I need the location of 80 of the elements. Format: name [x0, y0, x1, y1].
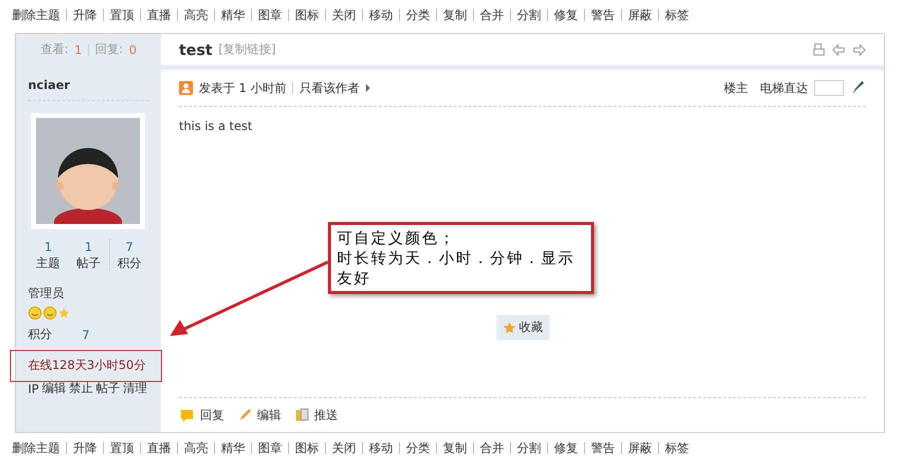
smiley-icon [28, 306, 42, 320]
moderation-link[interactable]: 复制 [436, 9, 473, 21]
moderation-link[interactable]: 升降 [66, 9, 103, 21]
moderation-link[interactable]: 屏蔽 [621, 9, 658, 21]
document-icon [295, 408, 309, 422]
moderation-link[interactable]: 高亮 [177, 9, 214, 21]
admin-link[interactable]: 编辑 [42, 380, 66, 397]
moderation-link[interactable]: 分割 [510, 442, 547, 454]
moderation-link[interactable]: 标签 [658, 9, 695, 21]
favorite-button[interactable]: 收藏 [496, 315, 549, 340]
moderation-link[interactable]: 移动 [362, 9, 399, 21]
stat-value: 7 [124, 239, 134, 255]
only-author-link[interactable]: 只看该作者 [299, 80, 360, 96]
user-icon [179, 81, 193, 95]
moderation-link[interactable]: 高亮 [177, 442, 214, 454]
online-time: 在线128天3小时50分 [28, 357, 146, 374]
moderation-link[interactable]: 精华 [214, 442, 251, 454]
moderation-link[interactable]: 置顶 [103, 9, 140, 21]
speech-bubble-icon [179, 408, 195, 422]
moderation-link[interactable]: 修复 [547, 442, 584, 454]
caret-icon [365, 84, 372, 92]
moderation-link[interactable]: 分类 [399, 9, 436, 21]
floor-input[interactable] [814, 80, 844, 96]
admin-link[interactable]: IP [28, 382, 39, 396]
replies-count: 0 [129, 42, 137, 56]
moderation-link[interactable]: 图章 [251, 9, 288, 21]
replies-label: 回复: [95, 41, 124, 58]
moderation-link[interactable]: 关闭 [325, 442, 362, 454]
points-value: 7 [82, 328, 90, 342]
moderation-link[interactable]: 删除主题 [12, 442, 66, 454]
post-action-link[interactable]: 编辑 [238, 406, 281, 424]
moderation-link[interactable]: 图标 [288, 9, 325, 21]
stat-value: 1 [43, 239, 53, 255]
floor-label: 楼主 [724, 80, 748, 96]
pencil-icon [238, 408, 252, 422]
moderation-link[interactable]: 图章 [251, 442, 288, 454]
moderation-link[interactable]: 分割 [510, 9, 547, 21]
moderation-link[interactable]: 关闭 [325, 9, 362, 21]
points-label: 积分 [28, 326, 52, 343]
stat-value: 1 [84, 239, 94, 255]
moderation-link[interactable]: 删除主题 [12, 9, 66, 21]
thread-title: test [179, 40, 212, 58]
moderation-link[interactable]: 直播 [140, 442, 177, 454]
moderation-link[interactable]: 置顶 [103, 442, 140, 454]
right-arrow-icon [852, 42, 866, 56]
print-icon [812, 42, 826, 56]
jump-label: 电梯直达 [760, 80, 808, 96]
author-name[interactable]: nciaer [28, 70, 149, 101]
stat-label: 积分 [116, 255, 142, 271]
moderation-link[interactable]: 修复 [547, 9, 584, 21]
stat-label: 主题 [35, 255, 62, 271]
moderation-link[interactable]: 标签 [658, 442, 695, 454]
admin-link[interactable]: 清理 [122, 380, 147, 397]
admin-link[interactable]: 帖子 [96, 380, 120, 397]
moderation-link[interactable]: 合并 [473, 442, 510, 454]
star-icon [58, 307, 70, 319]
moderation-link[interactable]: 屏蔽 [621, 442, 658, 454]
moderation-link[interactable]: 复制 [436, 442, 473, 454]
left-arrow-icon [832, 42, 846, 56]
moderation-link[interactable]: 警告 [584, 9, 621, 21]
post-content: this is a test [179, 119, 252, 133]
moderation-link[interactable]: 精华 [214, 9, 251, 21]
stat-label: 帖子 [75, 255, 102, 271]
moderation-link[interactable]: 图标 [288, 442, 325, 454]
admin-link[interactable]: 禁止 [68, 380, 93, 397]
views-count: 1 [74, 42, 82, 56]
views-label: 查看: [40, 41, 68, 58]
post-action-link[interactable]: 回复 [179, 406, 224, 424]
post-action-link[interactable]: 推送 [295, 406, 338, 424]
moderation-link[interactable]: 直播 [140, 9, 177, 21]
user-group: 管理员 [28, 285, 64, 302]
moderation-link[interactable]: 移动 [362, 442, 399, 454]
moderation-link[interactable]: 合并 [473, 9, 510, 21]
star-icon [502, 320, 516, 334]
annotation-note: 可自定义颜色； 时长转为天．小时．分钟．显示友好 [328, 222, 594, 294]
smiley-icon [43, 306, 57, 320]
post-time: 发表于 1 小时前 [199, 80, 286, 96]
moderation-link[interactable]: 警告 [584, 442, 621, 454]
moderation-link[interactable]: 分类 [399, 442, 436, 454]
moderation-link[interactable]: 升降 [66, 442, 103, 454]
